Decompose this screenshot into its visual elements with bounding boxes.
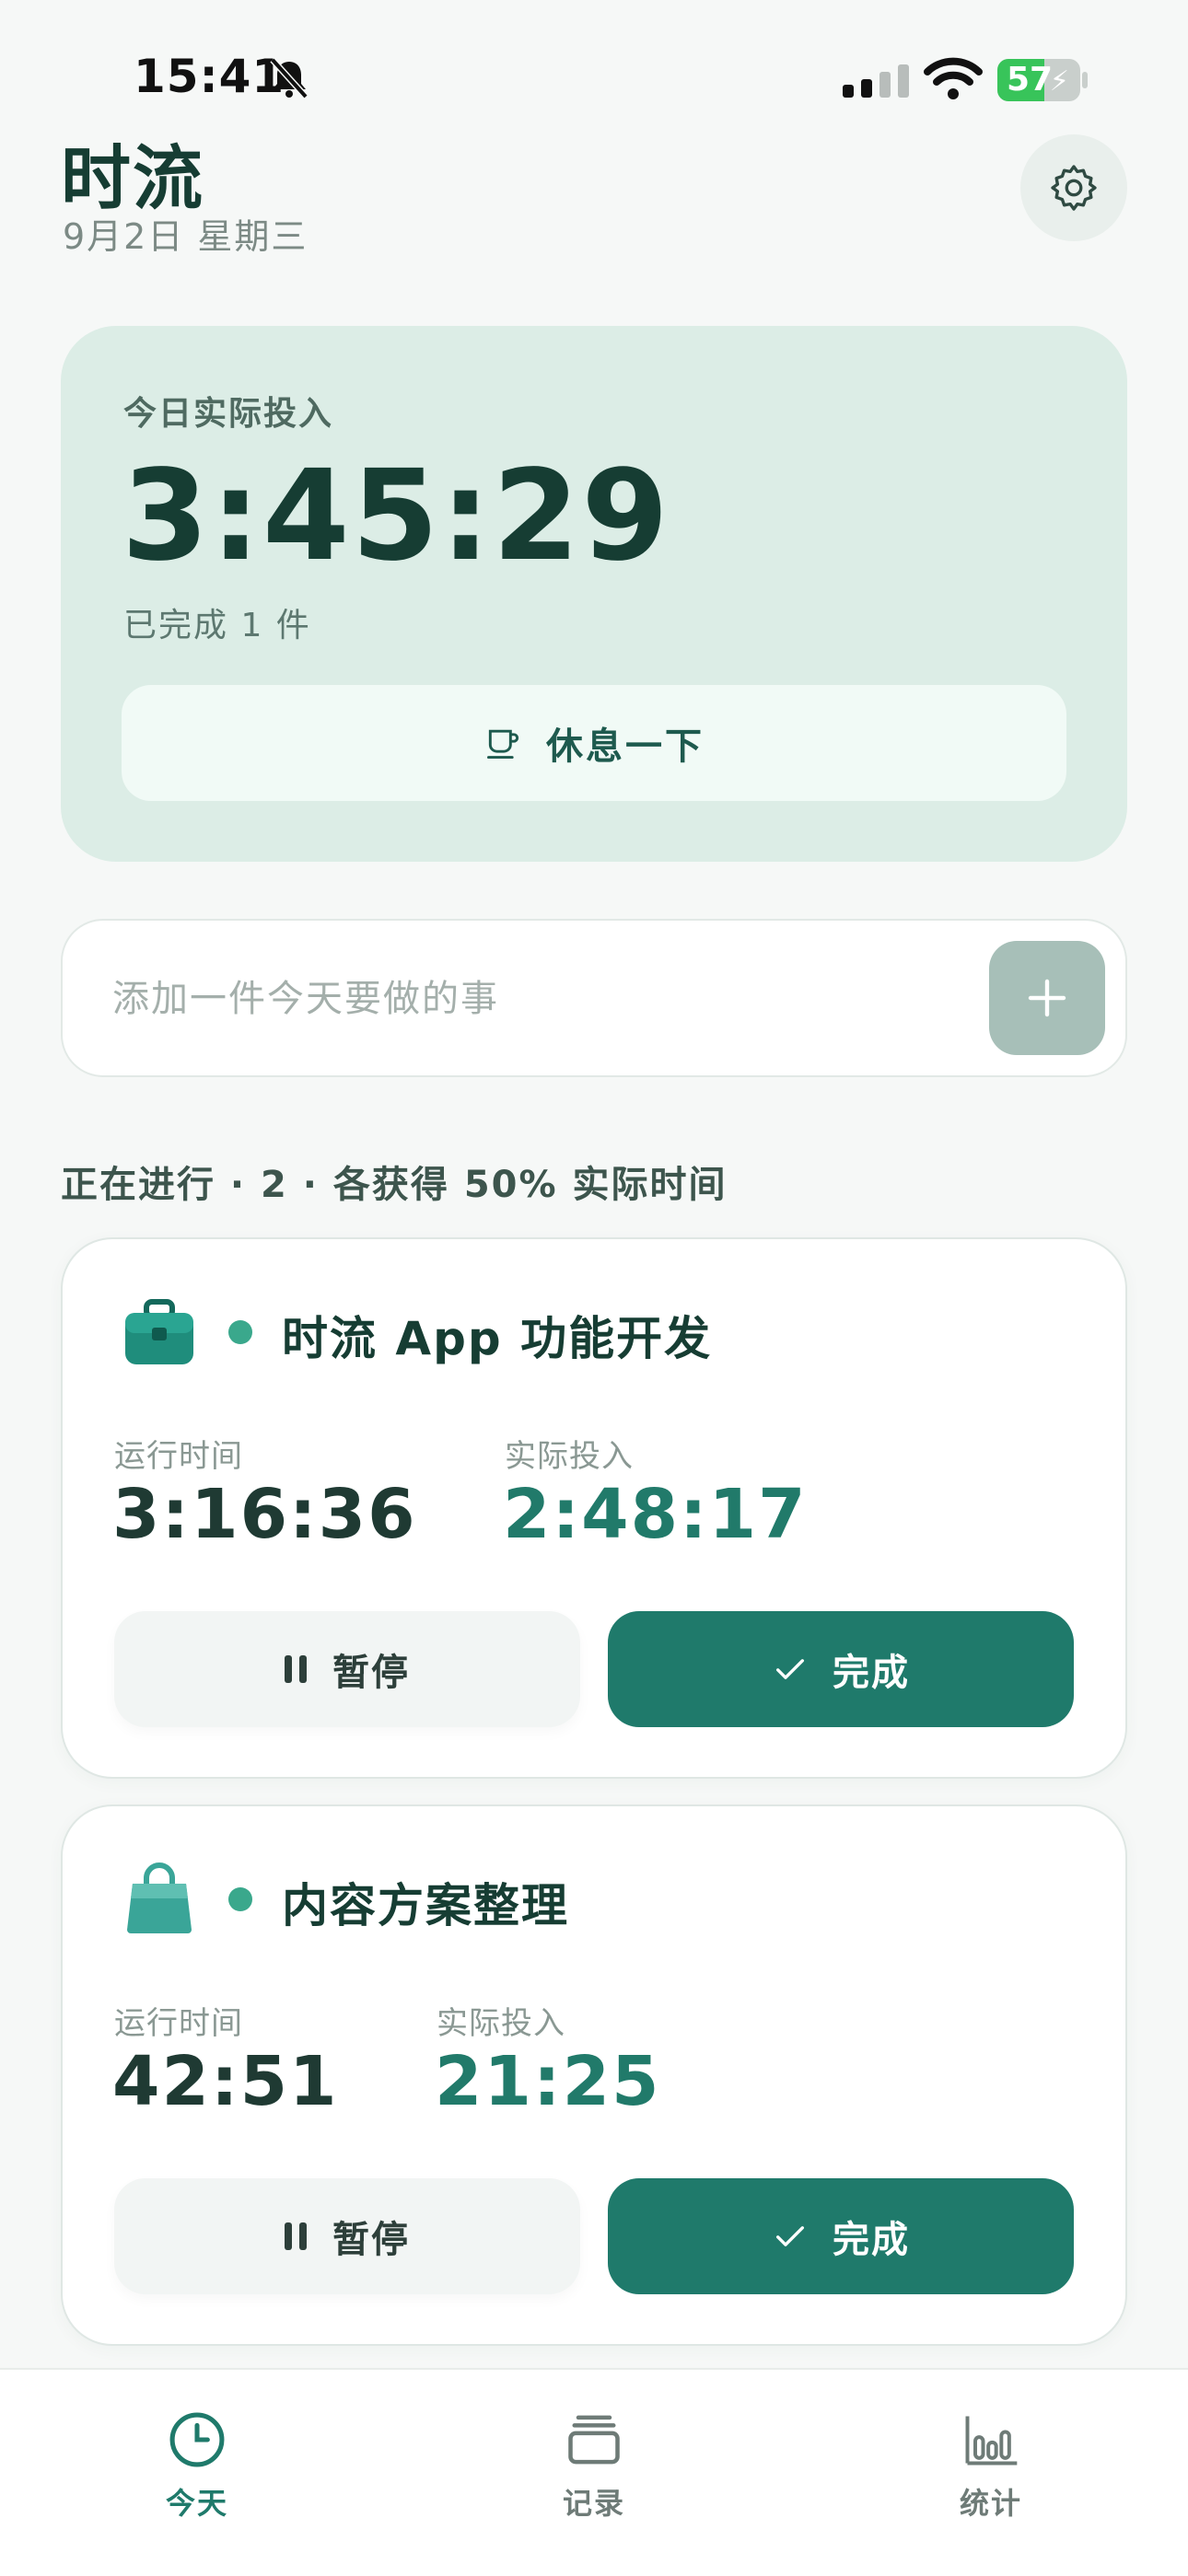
wifi-icon xyxy=(924,57,983,99)
pause-label: 暂停 xyxy=(332,2219,410,2261)
take-break-button[interactable]: 休息一下 xyxy=(122,685,1066,801)
pause-icon xyxy=(285,2222,307,2250)
take-break-label: 休息一下 xyxy=(546,725,705,768)
pause-label: 暂停 xyxy=(332,1652,410,1694)
task-title: 时流 App 功能开发 xyxy=(282,1312,713,1365)
run-time-value: 42:51 xyxy=(112,2042,339,2121)
task-title: 内容方案整理 xyxy=(282,1879,569,1932)
actual-time-value: 21:25 xyxy=(435,2042,661,2121)
pause-button[interactable]: 暂停 xyxy=(114,1611,580,1727)
in-progress-heading: 正在进行 · 2 · 各获得 50% 实际时间 xyxy=(61,1164,728,1206)
running-status-dot xyxy=(228,1320,252,1344)
pause-button[interactable]: 暂停 xyxy=(114,2178,580,2294)
tab-today[interactable]: 今天 xyxy=(105,2408,289,2523)
actual-time-value: 2:48:17 xyxy=(503,1475,808,1554)
battery-level: 57 xyxy=(1007,61,1054,99)
summary-label: 今日实际投入 xyxy=(123,395,334,433)
tab-label: 今天 xyxy=(165,2486,228,2521)
checkmark-icon xyxy=(776,1659,804,1679)
run-time-label: 运行时间 xyxy=(114,2005,243,2042)
completed-count: 已完成 1 件 xyxy=(123,607,311,644)
status-time: 15:41 xyxy=(134,50,285,103)
bar-chart-icon xyxy=(965,2416,1018,2466)
complete-button[interactable]: 完成 xyxy=(608,1611,1074,1727)
pause-icon xyxy=(285,1655,307,1683)
total-actual-time: 3:45:29 xyxy=(122,444,670,589)
briefcase-icon xyxy=(125,1299,193,1364)
run-time-value: 3:16:36 xyxy=(112,1475,417,1554)
stack-icon xyxy=(568,2415,620,2465)
shopping-bag-icon xyxy=(127,1862,192,1933)
checkmark-icon xyxy=(776,2226,804,2246)
plus-icon xyxy=(1028,979,1066,1017)
date-label: 9月2日 星期三 xyxy=(63,216,309,257)
gear-icon xyxy=(1051,165,1097,211)
complete-label: 完成 xyxy=(833,2219,910,2261)
bell-muted-icon xyxy=(270,58,309,99)
clock-icon xyxy=(169,2412,225,2467)
run-time-label: 运行时间 xyxy=(114,1438,243,1475)
tab-records[interactable]: 记录 xyxy=(502,2408,686,2523)
actual-time-label: 实际投入 xyxy=(437,2005,565,2042)
battery-cap xyxy=(1082,72,1088,88)
actual-time-label: 实际投入 xyxy=(505,1438,634,1475)
settings-button[interactable] xyxy=(1020,134,1127,241)
add-task-input[interactable] xyxy=(111,969,943,1029)
tab-label: 统计 xyxy=(959,2486,1022,2521)
complete-label: 完成 xyxy=(833,1652,910,1694)
tab-stats[interactable]: 统计 xyxy=(899,2408,1083,2523)
tab-label: 记录 xyxy=(562,2486,625,2521)
running-status-dot xyxy=(228,1887,252,1911)
coffee-cup-icon xyxy=(487,729,519,760)
add-task-button[interactable] xyxy=(989,941,1105,1055)
battery-icon: 57 ⚡ xyxy=(997,59,1080,101)
cellular-signal-icon xyxy=(843,61,909,98)
complete-button[interactable]: 完成 xyxy=(608,2178,1074,2294)
